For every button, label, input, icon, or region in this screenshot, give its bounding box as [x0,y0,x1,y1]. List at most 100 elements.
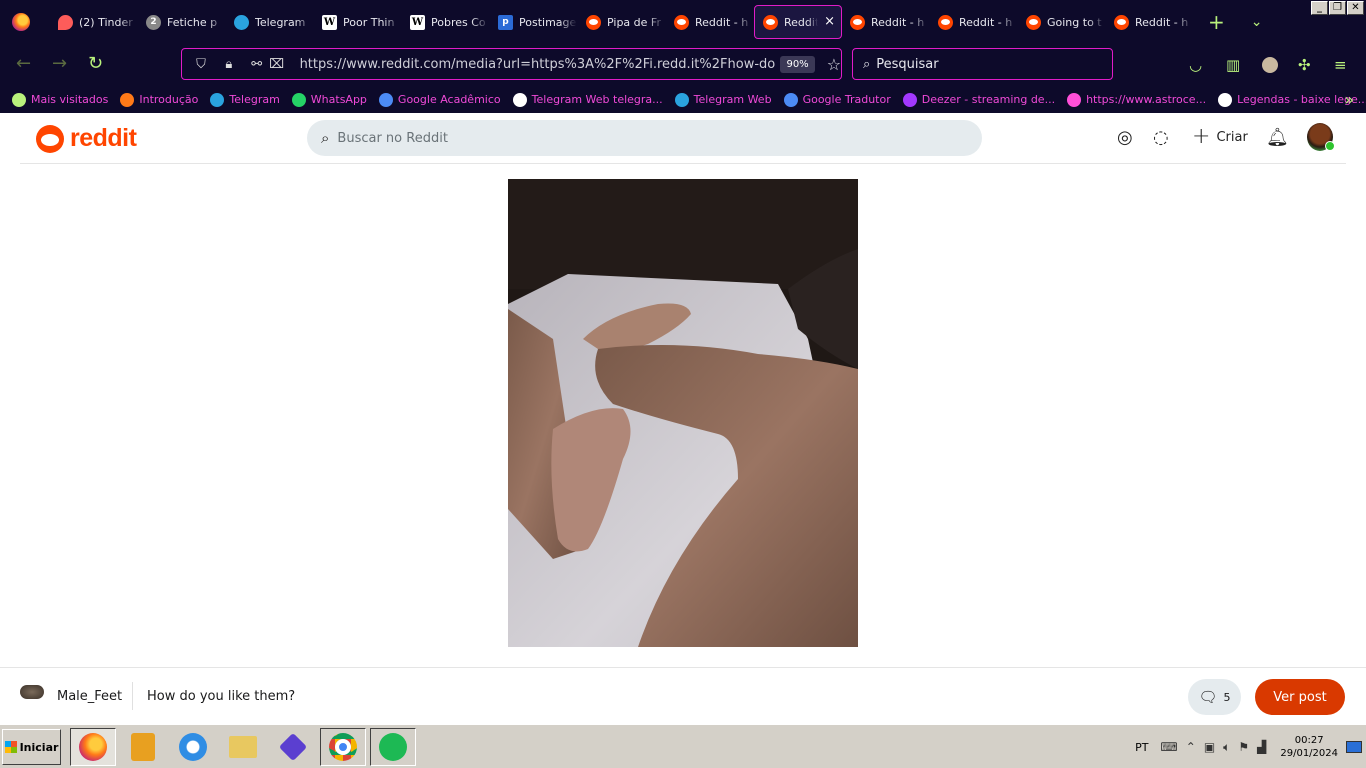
bookmark-item[interactable]: Telegram Web telegra... [512,92,663,107]
address-bar[interactable]: ⛉ 🔒︎ ⚯ ⌧ https://www.reddit.com/media?ur… [181,48,842,80]
clock[interactable]: 00:27 29/01/2024 [1280,734,1338,760]
reddit-favicon-icon [938,14,953,30]
tab-list-button[interactable]: ⌄ [1251,14,1263,30]
bookmark-item[interactable]: Mais visitados [12,92,108,107]
new-tab-button[interactable]: + [1208,10,1225,34]
browser-tab[interactable]: W Pobres Co [402,5,490,39]
url-text[interactable]: https://www.reddit.com/media?url=https%3… [300,57,777,72]
bookmark-item[interactable]: Deezer - streaming de... [902,92,1055,107]
start-button[interactable]: Iniciar [2,729,61,765]
post-image[interactable] [508,179,858,647]
close-window-button[interactable]: ✕ [1347,1,1364,15]
bookmark-item[interactable]: Google Tradutor [783,92,891,107]
action-center-flag-icon[interactable]: ⚑ [1238,740,1249,754]
browser-tab[interactable]: Pipa de Fr [578,5,666,39]
zoom-level[interactable]: 90% [780,55,815,73]
sidebar-icon[interactable]: ▥ [1226,56,1240,74]
taskbar-app-play[interactable] [270,728,316,766]
browser-tab[interactable]: 2 Fetiche p [138,5,226,39]
bookmark-favicon-icon [1218,92,1233,107]
close-tab-icon[interactable]: × [824,14,835,29]
wiki-favicon-icon: W [322,14,337,30]
browser-tab[interactable]: Going to t [1018,5,1106,39]
chat-icon[interactable]: ◌ [1153,127,1169,148]
taskbar-spotify[interactable] [370,728,416,766]
bookmarks-list: Mais visitados Introdução Telegram WhatsApp… [12,92,1366,107]
bookmark-item[interactable]: Introdução [120,92,198,107]
account-avatar-icon[interactable] [1262,57,1278,73]
browser-tab[interactable]: W Poor Thin [314,5,402,39]
taskbar-chrome[interactable] [320,728,366,766]
create-post-button[interactable]: + Criar [1192,126,1248,148]
screen: (2) Tinder 2 Fetiche p Telegram W Poor Thin W P… [0,0,1366,768]
browser-tab[interactable]: p Postimage [490,5,578,39]
pocket-icon[interactable]: ◡ [1189,56,1202,74]
navigation-bar: ← → ↻ ⛉ 🔒︎ ⚯ ⌧ https://www.reddit.com/me… [0,44,1366,86]
author-avatar[interactable] [20,685,44,699]
restore-button[interactable]: ❐ [1329,1,1346,15]
chrome-icon [329,733,357,761]
network-icon[interactable]: ▟ [1257,740,1266,754]
browser-tab[interactable]: Reddit - h [1106,5,1194,39]
tab-label: Reddit - h [695,15,749,29]
view-post-button[interactable]: Ver post [1255,679,1345,715]
language-indicator[interactable]: PT [1135,741,1148,754]
tracking-shield-icon[interactable]: ⛉ [192,57,210,72]
reddit-logo[interactable]: reddit [36,124,137,153]
taskbar: Iniciar PT ⌨ ⌃ ▣ 🔈︎ ⚑ ▟ 00:27 29/01/2024 [0,724,1366,768]
browser-search-field[interactable]: ⌕ Pesquisar [852,48,1113,80]
reddit-wordmark: reddit [70,124,137,152]
permissions-icon[interactable]: ⚯ [248,57,266,72]
taskbar-internet-explorer[interactable] [170,728,216,766]
browser-tab[interactable]: (2) Tinder [50,5,138,39]
reload-button[interactable]: ↻ [88,55,103,73]
taskbar-firefox[interactable] [70,728,116,766]
notifications-blocked-icon[interactable]: ⌧ [268,57,286,72]
show-hidden-icons[interactable]: ⌃ [1186,740,1196,754]
bookmark-star-icon[interactable]: ☆ [827,55,841,74]
bookmark-favicon-icon [512,92,527,107]
volume-icon[interactable]: 🔈︎ [1223,740,1230,755]
back-button[interactable]: ← [16,55,31,73]
bookmark-favicon-icon [12,92,26,107]
bookmark-item[interactable]: WhatsApp [291,92,367,107]
keyboard-icon[interactable]: ⌨ [1160,740,1177,754]
menu-icon[interactable]: ≡ [1334,56,1347,74]
search-icon: ⌕ [321,129,330,147]
tinder-favicon-icon [58,14,73,30]
reddit-search-placeholder: Buscar no Reddit [337,130,448,146]
taskbar-file-explorer[interactable] [220,728,266,766]
notifications-bell-icon[interactable]: 🔔︎ [1266,127,1289,148]
user-avatar[interactable] [1307,123,1335,151]
taskbar-media-player[interactable] [120,728,166,766]
windows-flag-icon [4,741,17,753]
bookmark-item[interactable]: Telegram [210,92,280,107]
tab-bar: (2) Tinder 2 Fetiche p Telegram W Poor Thin W P… [0,0,1366,44]
comments-button[interactable]: 🗨︎ 5 [1188,679,1241,715]
reddit-search-input[interactable]: ⌕ Buscar no Reddit [307,120,982,156]
start-label: Iniciar [19,740,59,754]
bookmark-item[interactable]: https://www.astroce... [1067,92,1206,107]
device-icon[interactable]: ▣ [1204,740,1215,754]
advertise-icon[interactable]: ◎ [1117,127,1133,148]
reddit-favicon-icon [763,14,778,30]
browser-tab[interactable]: Reddit - h [666,5,754,39]
browser-tab[interactable]: Reddit × [754,5,842,39]
lock-icon[interactable]: 🔒︎ [220,57,238,72]
play-icon [278,732,308,762]
bookmark-item[interactable]: Telegram Web [674,92,772,107]
browser-tab[interactable]: Reddit - h [842,5,930,39]
bookmark-item[interactable]: Google Acadêmico [378,92,501,107]
minimize-button[interactable]: _ [1311,1,1328,15]
firefox-menu-icon[interactable] [12,13,30,31]
extensions-icon[interactable]: ✣ [1298,56,1311,74]
post-author[interactable]: Male_Feet [57,689,122,704]
forward-button[interactable]: → [52,55,67,73]
show-desktop-icon[interactable] [1346,741,1362,753]
bookmark-favicon-icon [783,92,798,107]
bookmark-favicon-icon [210,92,225,107]
window-controls: _ ❐ ✕ [1311,1,1364,15]
more-bookmarks-icon[interactable]: » [1344,90,1354,109]
browser-tab[interactable]: Telegram [226,5,314,39]
browser-tab[interactable]: Reddit - h [930,5,1018,39]
